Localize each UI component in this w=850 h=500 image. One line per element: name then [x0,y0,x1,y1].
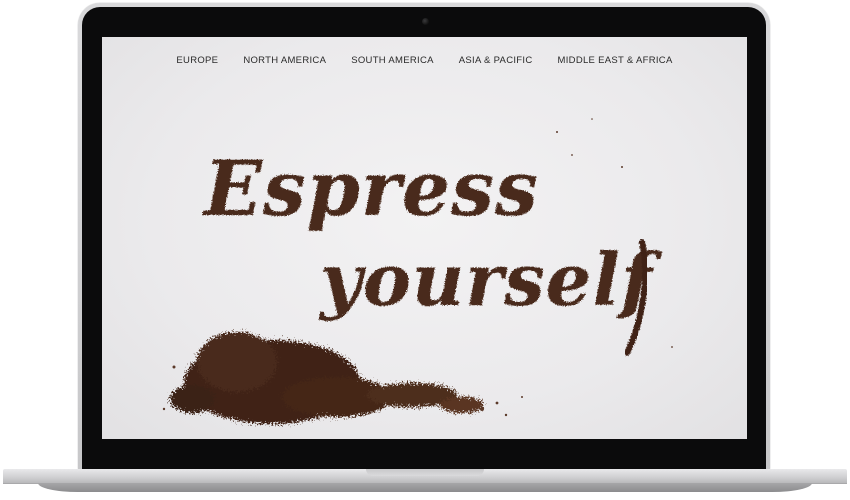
laptop-mockup: Espress yourself EUROPE NORTH AMERICA SO… [0,0,850,500]
nav-item-europe[interactable]: EUROPE [164,55,231,66]
hero-line-espress: Espress [202,144,539,233]
nav-item-middle-east-africa[interactable]: MIDDLE EAST & AFRICA [545,55,685,66]
laptop-base-bottom [38,483,812,492]
nav-item-north-america[interactable]: NORTH AMERICA [231,55,339,66]
hero-line-yourself: yourself [318,237,663,322]
nav-item-south-america[interactable]: SOUTH AMERICA [339,55,447,66]
coffee-grounds-pile [170,332,484,424]
region-nav: EUROPE NORTH AMERICA SOUTH AMERICA ASIA … [102,55,747,66]
laptop-opening-notch [366,469,484,476]
camera-icon [422,18,429,25]
laptop-chin [82,449,766,469]
nav-item-asia-pacific[interactable]: ASIA & PACIFIC [446,55,545,66]
laptop-screen: Espress yourself EUROPE NORTH AMERICA SO… [102,37,747,439]
hero-image: Espress yourself [162,118,673,424]
